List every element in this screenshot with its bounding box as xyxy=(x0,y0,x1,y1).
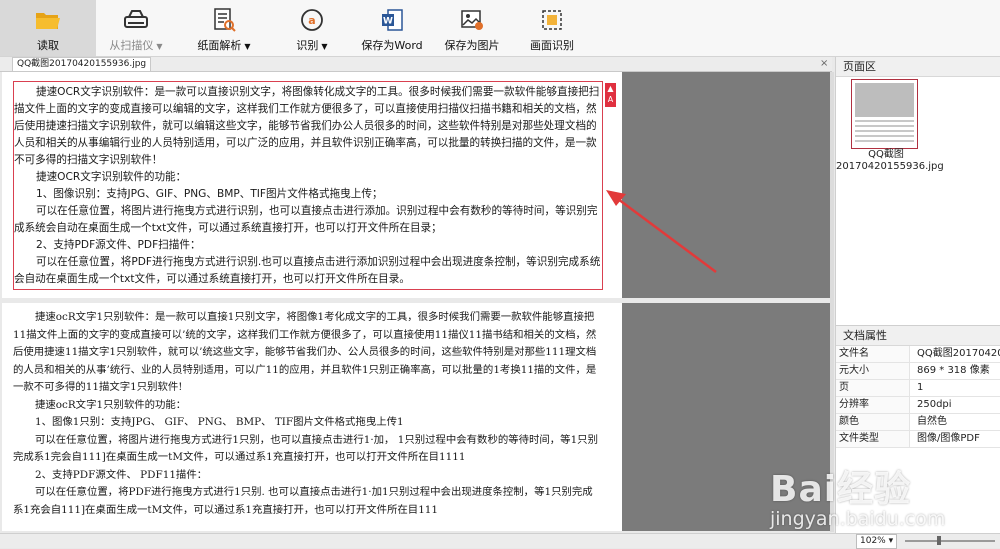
property-row: 分辨率 250dpi xyxy=(836,397,1000,414)
scanner-button[interactable]: 从扫描仪 ▼ xyxy=(96,0,176,56)
source-image-pane: 捷速OCR文字识别软件：是一款可以直接识别文字，将图像转化成文字的工具。很多时候… xyxy=(2,72,830,298)
property-row: 页1 xyxy=(836,380,1000,397)
parse-button[interactable]: 纸面解析 ▼ xyxy=(176,0,272,56)
zoom-slider-handle[interactable] xyxy=(937,536,941,545)
thumbnail-caption: QQ截图 20170420155936.jpg xyxy=(836,149,944,172)
ocr-paragraph: 可以在任意位置，将PDF进行拖曳方式进行1只别. 也可以直接点击进行1·加1只别… xyxy=(13,486,593,516)
scanner-icon xyxy=(123,7,149,33)
watermark-logo: Bai经验 xyxy=(770,469,912,510)
zoom-slider[interactable] xyxy=(905,540,995,542)
ocr-paragraph: 捷速ocR文字1只别软件：是一款可以直接1只别文字，将图像1考化成文字的工具，很… xyxy=(13,311,597,393)
properties-title: 文档属性 xyxy=(836,326,1000,346)
property-row: 文件名QQ截图20170420... xyxy=(836,346,1000,363)
svg-text:W: W xyxy=(383,17,393,27)
document-properties: 文档属性 文件名QQ截图20170420... 元大小869 * 318 像素 … xyxy=(836,325,1000,448)
save-word-button[interactable]: W 保存为Word xyxy=(352,0,432,56)
screen-recognize-label: 画面识别 xyxy=(530,39,574,52)
folder-open-icon xyxy=(35,7,61,33)
property-row: 元大小 869 * 318 像素 xyxy=(836,363,1000,380)
recognize-label: 识别 ▼ xyxy=(296,39,328,52)
watermark-url: jingyan.baidu.com xyxy=(770,508,946,530)
recognize-button[interactable]: a 识别 ▼ xyxy=(272,0,352,56)
ocr-paragraph: 1、图像1只别：支持JPG、 GIF、 PNG、 BMP、 TIF图片文件格式拖… xyxy=(35,416,404,428)
ocr-text-area[interactable]: 捷速ocR文字1只别软件：是一款可以直接1只别文字，将图像1考化成文字的工具，很… xyxy=(13,309,603,519)
page-thumbnail[interactable] xyxy=(851,79,918,149)
save-image-button[interactable]: 保存为图片 xyxy=(432,0,512,56)
pages-panel-title: 页面区 xyxy=(836,57,1000,77)
status-bar: 102% ▾ xyxy=(0,533,1000,549)
word-icon: W xyxy=(379,7,405,33)
recognize-icon: a xyxy=(299,7,325,33)
ocr-paragraph: 2、支持PDF源文件、 PDF11描件： xyxy=(35,468,208,481)
document-tab-bar: QQ截图20170420155936.jpg × xyxy=(0,57,832,72)
ocr-paragraph: 捷速ocR文字1只别软件的功能： xyxy=(35,398,187,411)
ocr-paragraph: 可以在任意位置，将图片进行拖曳方式进行1只别，也可以直接点击进行1·加， 1只别… xyxy=(13,433,598,464)
screen-capture-icon xyxy=(539,7,565,33)
read-label: 读取 xyxy=(37,39,59,52)
annotation-arrow-icon xyxy=(606,190,717,274)
ocr-result-pane: 捷速ocR文字1只别软件：是一款可以直接1只别文字，将图像1考化成文字的工具，很… xyxy=(2,303,830,531)
result-page: 捷速ocR文字1只别软件：是一款可以直接1只别文字，将图像1考化成文字的工具，很… xyxy=(2,303,622,531)
property-row: 文件类型 图像/图像PDF xyxy=(836,431,1000,448)
tab-document[interactable]: QQ截图20170420155936.jpg xyxy=(12,57,152,71)
read-button[interactable]: 读取 xyxy=(0,0,96,56)
save-word-label: 保存为Word xyxy=(361,39,423,52)
property-row: 颜色 自然色 xyxy=(836,414,1000,431)
baidu-watermark: Bai经验 jingyan.baidu.com xyxy=(770,460,995,530)
svg-text:a: a xyxy=(308,14,315,27)
screen-recognize-button[interactable]: 画面识别 xyxy=(512,0,592,56)
save-image-label: 保存为图片 xyxy=(444,39,500,52)
parse-label: 纸面解析 ▼ xyxy=(197,39,251,52)
document-parse-icon xyxy=(211,7,237,33)
close-icon[interactable]: × xyxy=(820,57,828,70)
image-icon xyxy=(459,7,485,33)
toolbar: 读取 从扫描仪 ▼ 纸面解析 ▼ a 识别 ▼ W 保存为Word 保存为图片 画面识 xyxy=(0,0,1000,57)
scanner-label: 从扫描仪 ▼ xyxy=(109,39,163,52)
